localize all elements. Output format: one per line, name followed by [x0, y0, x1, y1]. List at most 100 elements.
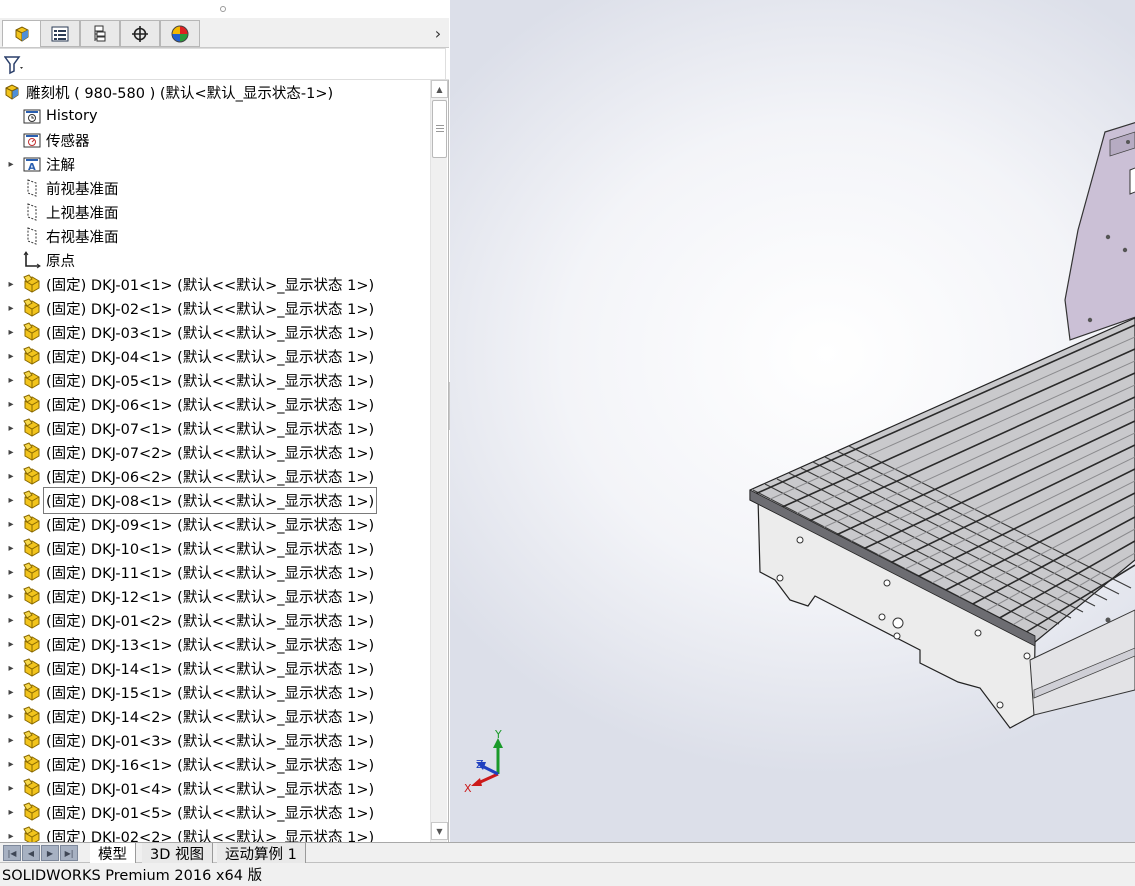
expand-arrow-icon[interactable]: ▸ [4, 663, 18, 674]
expand-arrow-icon[interactable]: ▸ [4, 399, 18, 410]
tree-item-plane[interactable]: 上视基准面 [0, 200, 430, 224]
tab-3d-view[interactable]: 3D 视图 [142, 843, 213, 863]
tree-item-plane[interactable]: 右视基准面 [0, 224, 430, 248]
expand-arrow-icon[interactable]: ▸ [4, 423, 18, 434]
triad-x-label: X [464, 782, 472, 795]
tree-item-label: (固定) DKJ-14<1> (默认<<默认>_显示状态 1>) [46, 661, 375, 678]
tree-component[interactable]: ▸ (固定) DKJ-09<1> (默认<<默认>_显示状态 1>) [0, 512, 430, 536]
tree-component[interactable]: ▸ (固定) DKJ-14<1> (默认<<默认>_显示状态 1>) [0, 656, 430, 680]
expand-arrow-icon[interactable]: ▸ [4, 831, 18, 842]
scroll-thumb[interactable] [432, 100, 447, 158]
origin-icon [22, 250, 42, 270]
part-icon [22, 346, 42, 366]
part-icon [22, 610, 42, 630]
tab-motion-study-1[interactable]: 运动算例 1 [217, 843, 306, 863]
expand-arrow-icon[interactable]: ▸ [4, 279, 18, 290]
panel-resize-grip[interactable] [0, 0, 449, 18]
part-icon [22, 418, 42, 438]
expand-arrow-icon[interactable]: ▸ [4, 327, 18, 338]
part-icon [22, 658, 42, 678]
tree-item-history[interactable]: History [0, 104, 430, 128]
feature-manager-tab[interactable] [2, 20, 42, 47]
expand-arrow-icon[interactable]: ▸ [4, 711, 18, 722]
expand-arrow-icon[interactable]: ▸ [4, 375, 18, 386]
tree-component[interactable]: ▸ (固定) DKJ-01<4> (默认<<默认>_显示状态 1>) [0, 776, 430, 800]
tree-item-origin[interactable]: 原点 [0, 248, 430, 272]
part-icon [22, 394, 42, 414]
tree-component[interactable]: ▸ (固定) DKJ-12<1> (默认<<默认>_显示状态 1>) [0, 584, 430, 608]
tree-item-plane[interactable]: 前视基准面 [0, 176, 430, 200]
expand-arrow-icon[interactable]: ▸ [4, 447, 18, 458]
dimxpert-manager-tab[interactable] [120, 20, 160, 47]
tree-item-annotation[interactable]: ▸ A 注解 [0, 152, 430, 176]
tree-component[interactable]: ▸ (固定) DKJ-11<1> (默认<<默认>_显示状态 1>) [0, 560, 430, 584]
tree-root-assembly[interactable]: 雕刻机 ( 980-580 ) (默认<默认_显示状态-1>) [0, 80, 430, 104]
prev-tab-button[interactable]: ◀ [22, 845, 40, 861]
tree-component[interactable]: ▸ (固定) DKJ-04<1> (默认<<默认>_显示状态 1>) [0, 344, 430, 368]
tree-component[interactable]: ▸ (固定) DKJ-08<1> (默认<<默认>_显示状态 1>) [0, 486, 430, 514]
expand-arrow-icon[interactable]: ▸ [4, 615, 18, 626]
tree-component[interactable]: ▸ (固定) DKJ-16<1> (默认<<默认>_显示状态 1>) [0, 752, 430, 776]
expand-arrow-icon[interactable]: ▸ [4, 303, 18, 314]
part-icon [22, 802, 42, 822]
plane-icon [22, 226, 42, 246]
tree-filter-box[interactable] [0, 48, 446, 80]
first-tab-button[interactable]: |◀ [3, 845, 21, 861]
tree-component[interactable]: ▸ (固定) DKJ-07<2> (默认<<默认>_显示状态 1>) [0, 440, 430, 464]
tree-item-sensor[interactable]: 传感器 [0, 128, 430, 152]
next-tab-button[interactable]: ▶ [41, 845, 59, 861]
tab-model[interactable]: 模型 [90, 843, 136, 863]
tree-item-label: 雕刻机 ( 980-580 ) (默认<默认_显示状态-1>) [26, 85, 334, 102]
tree-scrollbar[interactable]: ▲ ▼ [430, 80, 448, 842]
last-tab-button[interactable]: ▶| [60, 845, 78, 861]
part-icon [22, 730, 42, 750]
status-text: SOLIDWORKS Premium 2016 x64 版 [2, 868, 263, 884]
graphics-viewport[interactable]: Y Z X [450, 0, 1135, 842]
svg-text:A: A [28, 162, 36, 172]
property-manager-tab[interactable] [40, 20, 80, 47]
tree-component[interactable]: ▸ (固定) DKJ-01<2> (默认<<默认>_显示状态 1>) [0, 608, 430, 632]
expand-arrow-icon[interactable]: ▸ [4, 687, 18, 698]
filter-button[interactable] [4, 54, 30, 76]
part-icon [22, 514, 42, 534]
expand-arrow-icon[interactable]: ▸ [4, 783, 18, 794]
expand-arrow-icon[interactable]: ▸ [4, 471, 18, 482]
tree-component[interactable]: ▸ (固定) DKJ-05<1> (默认<<默认>_显示状态 1>) [0, 368, 430, 392]
expand-arrow-icon[interactable]: ▸ [4, 591, 18, 602]
tree-component[interactable]: ▸ (固定) DKJ-06<1> (默认<<默认>_显示状态 1>) [0, 392, 430, 416]
property-manager-icon [51, 26, 69, 41]
display-manager-tab[interactable] [160, 20, 200, 47]
tree-item-label: (固定) DKJ-13<1> (默认<<默认>_显示状态 1>) [46, 637, 375, 654]
expand-arrow-icon[interactable]: ▸ [4, 639, 18, 650]
sensor-icon [22, 130, 42, 150]
expand-arrow-icon[interactable]: ▸ [4, 567, 18, 578]
tree-component[interactable]: ▸ (固定) DKJ-06<2> (默认<<默认>_显示状态 1>) [0, 464, 430, 488]
more-tabs-chevron[interactable]: › [431, 24, 445, 43]
expand-arrow-icon[interactable]: ▸ [4, 351, 18, 362]
scroll-up-arrow[interactable]: ▲ [431, 80, 448, 98]
expand-arrow-icon[interactable]: ▸ [4, 735, 18, 746]
tree-component[interactable]: ▸ (固定) DKJ-10<1> (默认<<默认>_显示状态 1>) [0, 536, 430, 560]
expand-arrow-icon[interactable]: ▸ [4, 519, 18, 530]
expand-arrow-icon[interactable]: ▸ [4, 543, 18, 554]
tree-component[interactable]: ▸ (固定) DKJ-02<2> (默认<<默认>_显示状态 1>) [0, 824, 430, 842]
expand-arrow-icon[interactable]: ▸ [4, 159, 18, 170]
tree-component[interactable]: ▸ (固定) DKJ-01<1> (默认<<默认>_显示状态 1>) [0, 272, 430, 296]
tree-component[interactable]: ▸ (固定) DKJ-13<1> (默认<<默认>_显示状态 1>) [0, 632, 430, 656]
expand-arrow-icon[interactable]: ▸ [4, 759, 18, 770]
configuration-manager-tab[interactable] [80, 20, 120, 47]
expand-arrow-icon[interactable]: ▸ [4, 807, 18, 818]
expand-arrow-icon[interactable]: ▸ [4, 495, 18, 506]
scroll-down-arrow[interactable]: ▼ [431, 822, 448, 840]
tree-component[interactable]: ▸ (固定) DKJ-01<5> (默认<<默认>_显示状态 1>) [0, 800, 430, 824]
tree-component[interactable]: ▸ (固定) DKJ-15<1> (默认<<默认>_显示状态 1>) [0, 680, 430, 704]
tree-component[interactable]: ▸ (固定) DKJ-01<3> (默认<<默认>_显示状态 1>) [0, 728, 430, 752]
tree-item-label: (固定) DKJ-14<2> (默认<<默认>_显示状态 1>) [46, 709, 375, 726]
tree-component[interactable]: ▸ (固定) DKJ-14<2> (默认<<默认>_显示状态 1>) [0, 704, 430, 728]
tree-component[interactable]: ▸ (固定) DKJ-07<1> (默认<<默认>_显示状态 1>) [0, 416, 430, 440]
tree-component[interactable]: ▸ (固定) DKJ-03<1> (默认<<默认>_显示状态 1>) [0, 320, 430, 344]
triad-y-label: Y [494, 728, 502, 741]
tree-item-label: (固定) DKJ-10<1> (默认<<默认>_显示状态 1>) [46, 541, 375, 558]
part-icon [22, 370, 42, 390]
tree-component[interactable]: ▸ (固定) DKJ-02<1> (默认<<默认>_显示状态 1>) [0, 296, 430, 320]
